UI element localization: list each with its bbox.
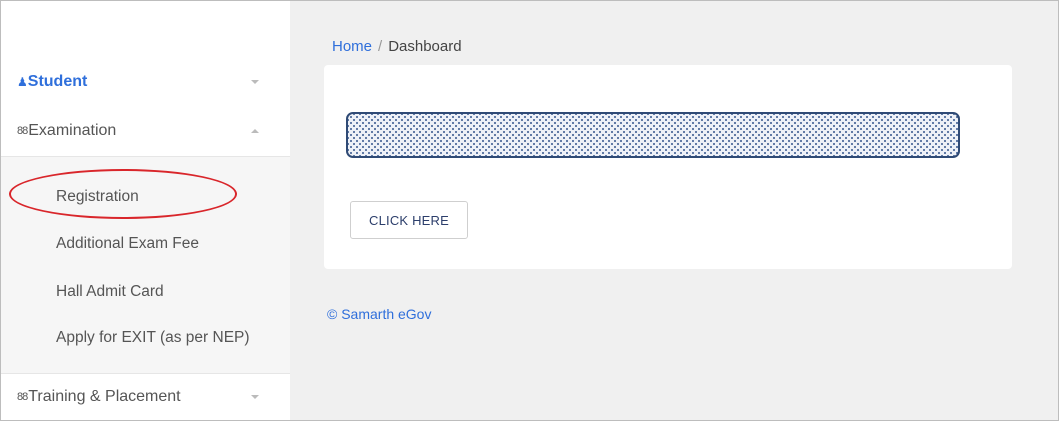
footer-link[interactable]: © Samarth eGov: [327, 306, 431, 322]
sidebar: ♟ Student 88 Examination Registration Ad…: [1, 1, 290, 420]
user-icon: ♟: [17, 75, 28, 89]
sidebar-item-training-placement[interactable]: 88 Training & Placement: [1, 374, 290, 420]
chevron-down-icon: [251, 395, 259, 399]
chevron-down-icon: [251, 80, 259, 84]
examination-submenu: Registration Additional Exam Fee Hall Ad…: [1, 156, 290, 374]
sidebar-item-student[interactable]: ♟ Student: [1, 58, 290, 106]
submenu-item-apply-for-exit[interactable]: Apply for EXIT (as per NEP): [56, 329, 250, 347]
sidebar-item-examination[interactable]: 88 Examination: [1, 107, 290, 155]
breadcrumb-current: Dashboard: [388, 38, 462, 55]
breadcrumb: Home / Dashboard: [332, 38, 462, 55]
dashboard-card: CLICK HERE: [324, 65, 1012, 269]
breadcrumb-home-link[interactable]: Home: [332, 38, 372, 55]
sidebar-item-label: Training & Placement: [28, 388, 181, 405]
redacted-field: [346, 112, 960, 158]
users-icon: 88: [17, 391, 28, 403]
chevron-up-icon: [251, 129, 259, 133]
sidebar-item-label: Examination: [28, 122, 117, 139]
submenu-item-hall-admit-card[interactable]: Hall Admit Card: [56, 283, 164, 301]
breadcrumb-separator: /: [378, 38, 383, 55]
click-here-button[interactable]: CLICK HERE: [350, 201, 468, 239]
submenu-item-registration[interactable]: Registration: [56, 188, 139, 206]
users-icon: 88: [17, 125, 28, 137]
submenu-item-additional-exam-fee[interactable]: Additional Exam Fee: [56, 235, 199, 253]
sidebar-item-label: Student: [27, 73, 88, 90]
